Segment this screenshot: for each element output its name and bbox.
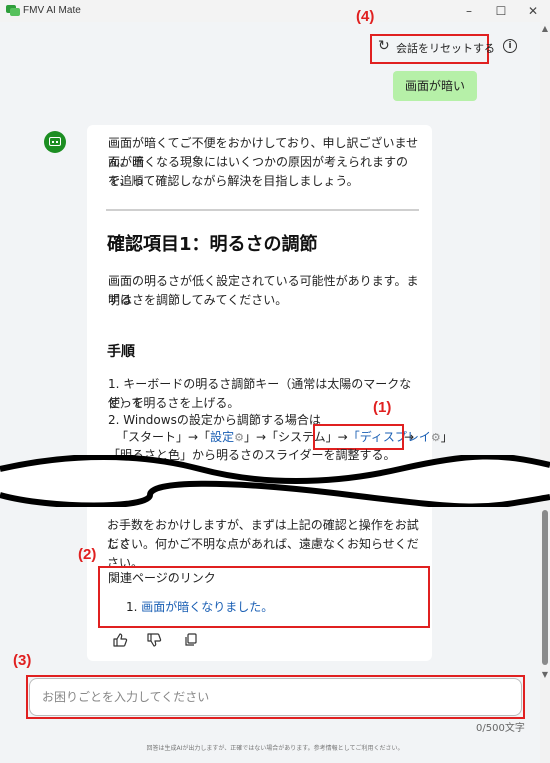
window-title: FMV AI Mate (23, 5, 81, 16)
scroll-down-icon[interactable]: ▼ (540, 670, 550, 679)
message-input[interactable] (29, 678, 522, 716)
thumbs-down-icon[interactable] (146, 632, 162, 648)
related-links-title: 関連ページのリンク (108, 571, 216, 585)
info-icon[interactable]: i (503, 39, 517, 53)
related-link-item: 1. 画面が暗くなりました。 (126, 598, 416, 617)
callout-4: (4) (356, 8, 375, 25)
divider (106, 209, 419, 211)
scroll-up-icon[interactable]: ▲ (540, 24, 550, 33)
page-break-wave (0, 455, 550, 507)
maximize-button[interactable]: ☐ (490, 2, 512, 20)
gear-icon: ⚙ (234, 431, 244, 444)
intro-line-3: を追って確認しながら解決を目指しましょう。 (108, 174, 359, 188)
steps-heading: 手順 (107, 344, 135, 360)
copy-icon[interactable] (183, 632, 199, 648)
thumbs-up-icon[interactable] (112, 632, 128, 648)
step2-arrow: → (404, 430, 415, 444)
scrollbar-thumb[interactable] (542, 510, 548, 665)
related-link[interactable]: 画面が暗くなりました。 (141, 600, 273, 614)
bot-face-icon (49, 137, 61, 146)
step2-start-text: 「スタート」→「 (116, 430, 211, 444)
reset-button-label[interactable]: 会話をリセットする (396, 40, 495, 56)
character-counter: 0/500文字 (476, 723, 525, 734)
callout-1: (1) (373, 399, 392, 416)
footer-disclaimer: 回答は生成AIが出力しますが、正確ではない場合があります。参考情報としてご利用く… (146, 745, 404, 752)
callout-3: (3) (13, 652, 32, 669)
refresh-icon[interactable]: ↻ (378, 38, 390, 54)
section-heading: 確認項目1：明るさの調節 (107, 234, 318, 255)
close-button[interactable]: ✕ (522, 2, 544, 20)
related-link-number: 1. (126, 600, 138, 614)
minimize-button[interactable]: – (458, 2, 480, 20)
user-message-bubble: 画面が暗い (393, 71, 477, 101)
bot-eye-icon (56, 141, 58, 143)
section-line-2: 明るさを調節してみてください。 (108, 293, 288, 307)
callout-2: (2) (78, 546, 97, 563)
gear-icon: ⚙ (430, 431, 441, 444)
bot-eye-icon (52, 141, 54, 143)
step2-after-display-text: 」 (440, 430, 453, 444)
settings-link[interactable]: 設定 (210, 430, 234, 444)
app-logo-icon (6, 5, 20, 16)
